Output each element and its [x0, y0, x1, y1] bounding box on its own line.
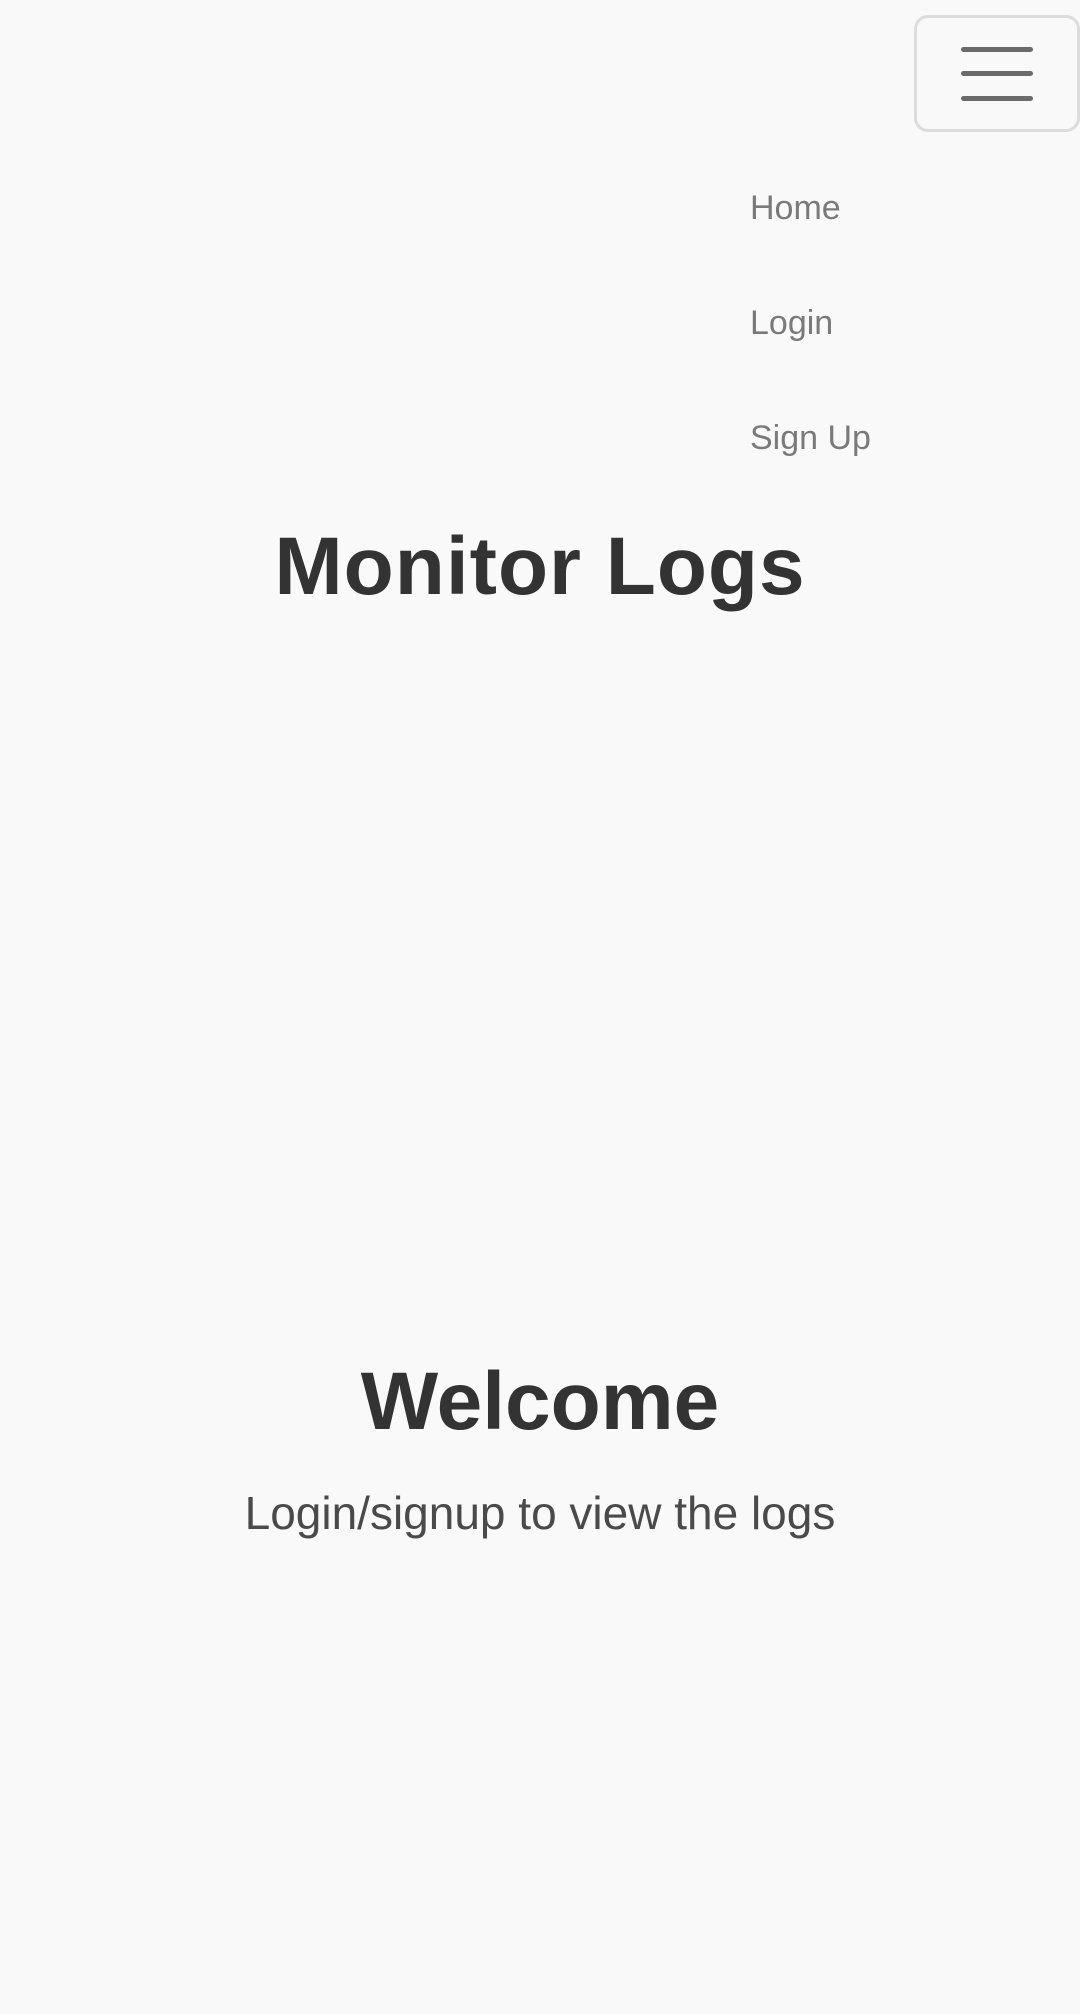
- welcome-heading: Welcome: [360, 1356, 720, 1447]
- navbar-toggle-button[interactable]: [914, 15, 1080, 132]
- nav-link-home[interactable]: Home: [750, 176, 871, 291]
- nav-item-login: Login: [750, 291, 871, 406]
- nav-link-signup[interactable]: Sign Up: [750, 406, 871, 521]
- nav-link-login[interactable]: Login: [750, 291, 871, 406]
- nav-menu: Home Login Sign Up: [750, 176, 871, 521]
- nav-item-home: Home: [750, 176, 871, 291]
- page-title: Monitor Logs: [274, 521, 806, 612]
- welcome-subheading: Login/signup to view the logs: [244, 1487, 836, 1539]
- nav-item-signup: Sign Up: [750, 406, 871, 521]
- hamburger-menu-icon: [961, 46, 1033, 101]
